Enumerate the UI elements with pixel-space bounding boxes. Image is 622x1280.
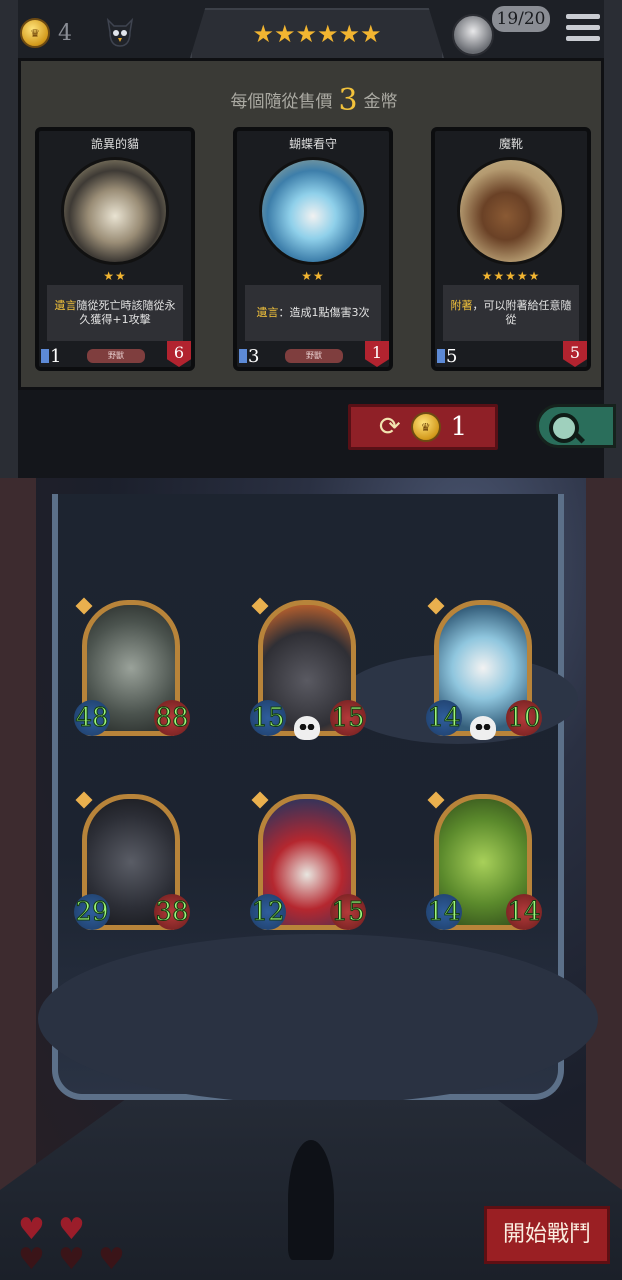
card-text: 遺言隨從死亡時該隨從永久獲得+1攻擊: [47, 285, 183, 341]
diamond-icon: [251, 597, 269, 615]
card-stars: ★★★★★: [481, 269, 541, 283]
keyword: 遺言: [54, 299, 77, 312]
card-tribe: 野獸: [285, 349, 343, 363]
heart-icon: ♥: [98, 1242, 125, 1277]
menu-icon[interactable]: [566, 14, 600, 46]
card-desc: ，可以附著給任意隨從: [472, 299, 572, 326]
gold-amount: 4: [58, 20, 72, 46]
card-desc: 隨從死亡時該隨從永久獲得+1攻擊: [76, 299, 176, 326]
diamond-icon: [75, 791, 93, 809]
minion-health: 14: [506, 894, 542, 930]
minion-health: 38: [154, 894, 190, 930]
card-attack: 3: [239, 346, 259, 367]
minion-attack: 14: [426, 700, 462, 736]
keyword: 遺言: [256, 306, 279, 319]
sell-price: 3: [338, 83, 358, 118]
shop-card-butterfly-guard[interactable]: 蝴蝶看守 ★★ 遺言：造成1點傷害3次 野獸 3 1: [233, 127, 393, 371]
refresh-button[interactable]: ⟳ ♛ 1: [348, 404, 498, 450]
coin-icon: ♛: [410, 412, 441, 442]
board-right-wall: [586, 478, 622, 1280]
card-tribe: 野獸: [87, 349, 145, 363]
minion-dark-horse[interactable]: 29 38: [74, 791, 190, 938]
player-count-badge: 19/20: [492, 6, 550, 32]
tavern-tier-stars: ★★★★★★: [190, 8, 444, 58]
cat-portrait: [61, 157, 169, 265]
heart-icon: ♥: [18, 1242, 45, 1277]
minion-frog[interactable]: 14 14: [426, 791, 542, 938]
minion-clown[interactable]: 12 15: [250, 791, 366, 938]
skull-icon: [470, 716, 496, 740]
top-bar: ♛ 4 ★★★★★★ 19/20: [0, 0, 622, 60]
star-icon: ★★★★★★: [252, 20, 382, 48]
minion-health: 15: [330, 700, 366, 736]
card-desc: ：造成1點傷害3次: [278, 306, 370, 319]
shop-card-weird-cat[interactable]: 詭異的貓 ★★ 遺言隨從死亡時該隨從永久獲得+1攻擊 野獸 1 6: [35, 127, 195, 371]
search-button[interactable]: [536, 404, 616, 448]
card-name: 魔靴: [498, 137, 523, 151]
minion-health: 10: [506, 700, 542, 736]
diamond-icon: [251, 791, 269, 809]
sell-price-line: 每個隨從售價 3 金幣: [21, 83, 607, 118]
refresh-icon: ⟳: [378, 412, 401, 442]
skull-icon: [294, 716, 320, 740]
card-health: 1: [365, 341, 389, 367]
cloud: [38, 934, 598, 1104]
card-stars: ★★: [103, 269, 127, 283]
card-health: 5: [563, 341, 587, 367]
minion-attack: 15: [250, 700, 286, 736]
diamond-icon: [427, 791, 445, 809]
search-icon-handle: [572, 431, 586, 444]
card-text: 遺言：造成1點傷害3次: [245, 285, 381, 341]
card-stars: ★★: [301, 269, 325, 283]
refresh-cost: 1: [450, 412, 468, 442]
skull-crack: [288, 1140, 334, 1260]
card-attack: 5: [437, 346, 457, 367]
minion-butterfly-guard[interactable]: 14 10: [426, 597, 542, 744]
keyword: 附著: [450, 299, 473, 312]
heart-icon: ♥: [58, 1242, 85, 1277]
search-icon: [549, 413, 579, 443]
diamond-icon: [427, 597, 445, 615]
minion-fire-bulldog[interactable]: 15 15: [250, 597, 366, 744]
board-left-wall: [0, 478, 36, 1280]
minion-crocodile[interactable]: 48 88: [74, 597, 190, 744]
start-battle-button[interactable]: 開始戰鬥: [484, 1206, 610, 1264]
minion-health: 15: [330, 894, 366, 930]
player-avatar[interactable]: [452, 14, 494, 56]
minion-attack: 48: [74, 700, 110, 736]
coin-icon: ♛: [20, 18, 50, 48]
shop-card-magic-boots[interactable]: 魔靴 ★★★★★ 附著，可以附著給任意隨從 5 5: [431, 127, 591, 371]
card-text: 附著，可以附著給任意隨從: [443, 285, 579, 341]
owl-icon[interactable]: [104, 16, 136, 48]
butterfly-portrait: [259, 157, 367, 265]
sell-prefix: 每個隨從售價: [230, 92, 333, 112]
card-health: 6: [167, 341, 191, 367]
card-name: 蝴蝶看守: [288, 137, 337, 151]
shop-panel: 每個隨從售價 3 金幣 詭異的貓 ★★ 遺言隨從死亡時該隨從永久獲得+1攻擊 野獸 …: [18, 58, 604, 390]
minion-attack: 12: [250, 894, 286, 930]
card-attack: 1: [41, 346, 61, 367]
sell-suffix: 金幣: [363, 92, 398, 112]
card-name: 詭異的貓: [90, 137, 139, 151]
minion-health: 88: [154, 700, 190, 736]
diamond-icon: [75, 597, 93, 615]
minion-attack: 29: [74, 894, 110, 930]
boots-portrait: [457, 157, 565, 265]
minion-attack: 14: [426, 894, 462, 930]
gold-display: ♛ 4: [20, 18, 72, 48]
